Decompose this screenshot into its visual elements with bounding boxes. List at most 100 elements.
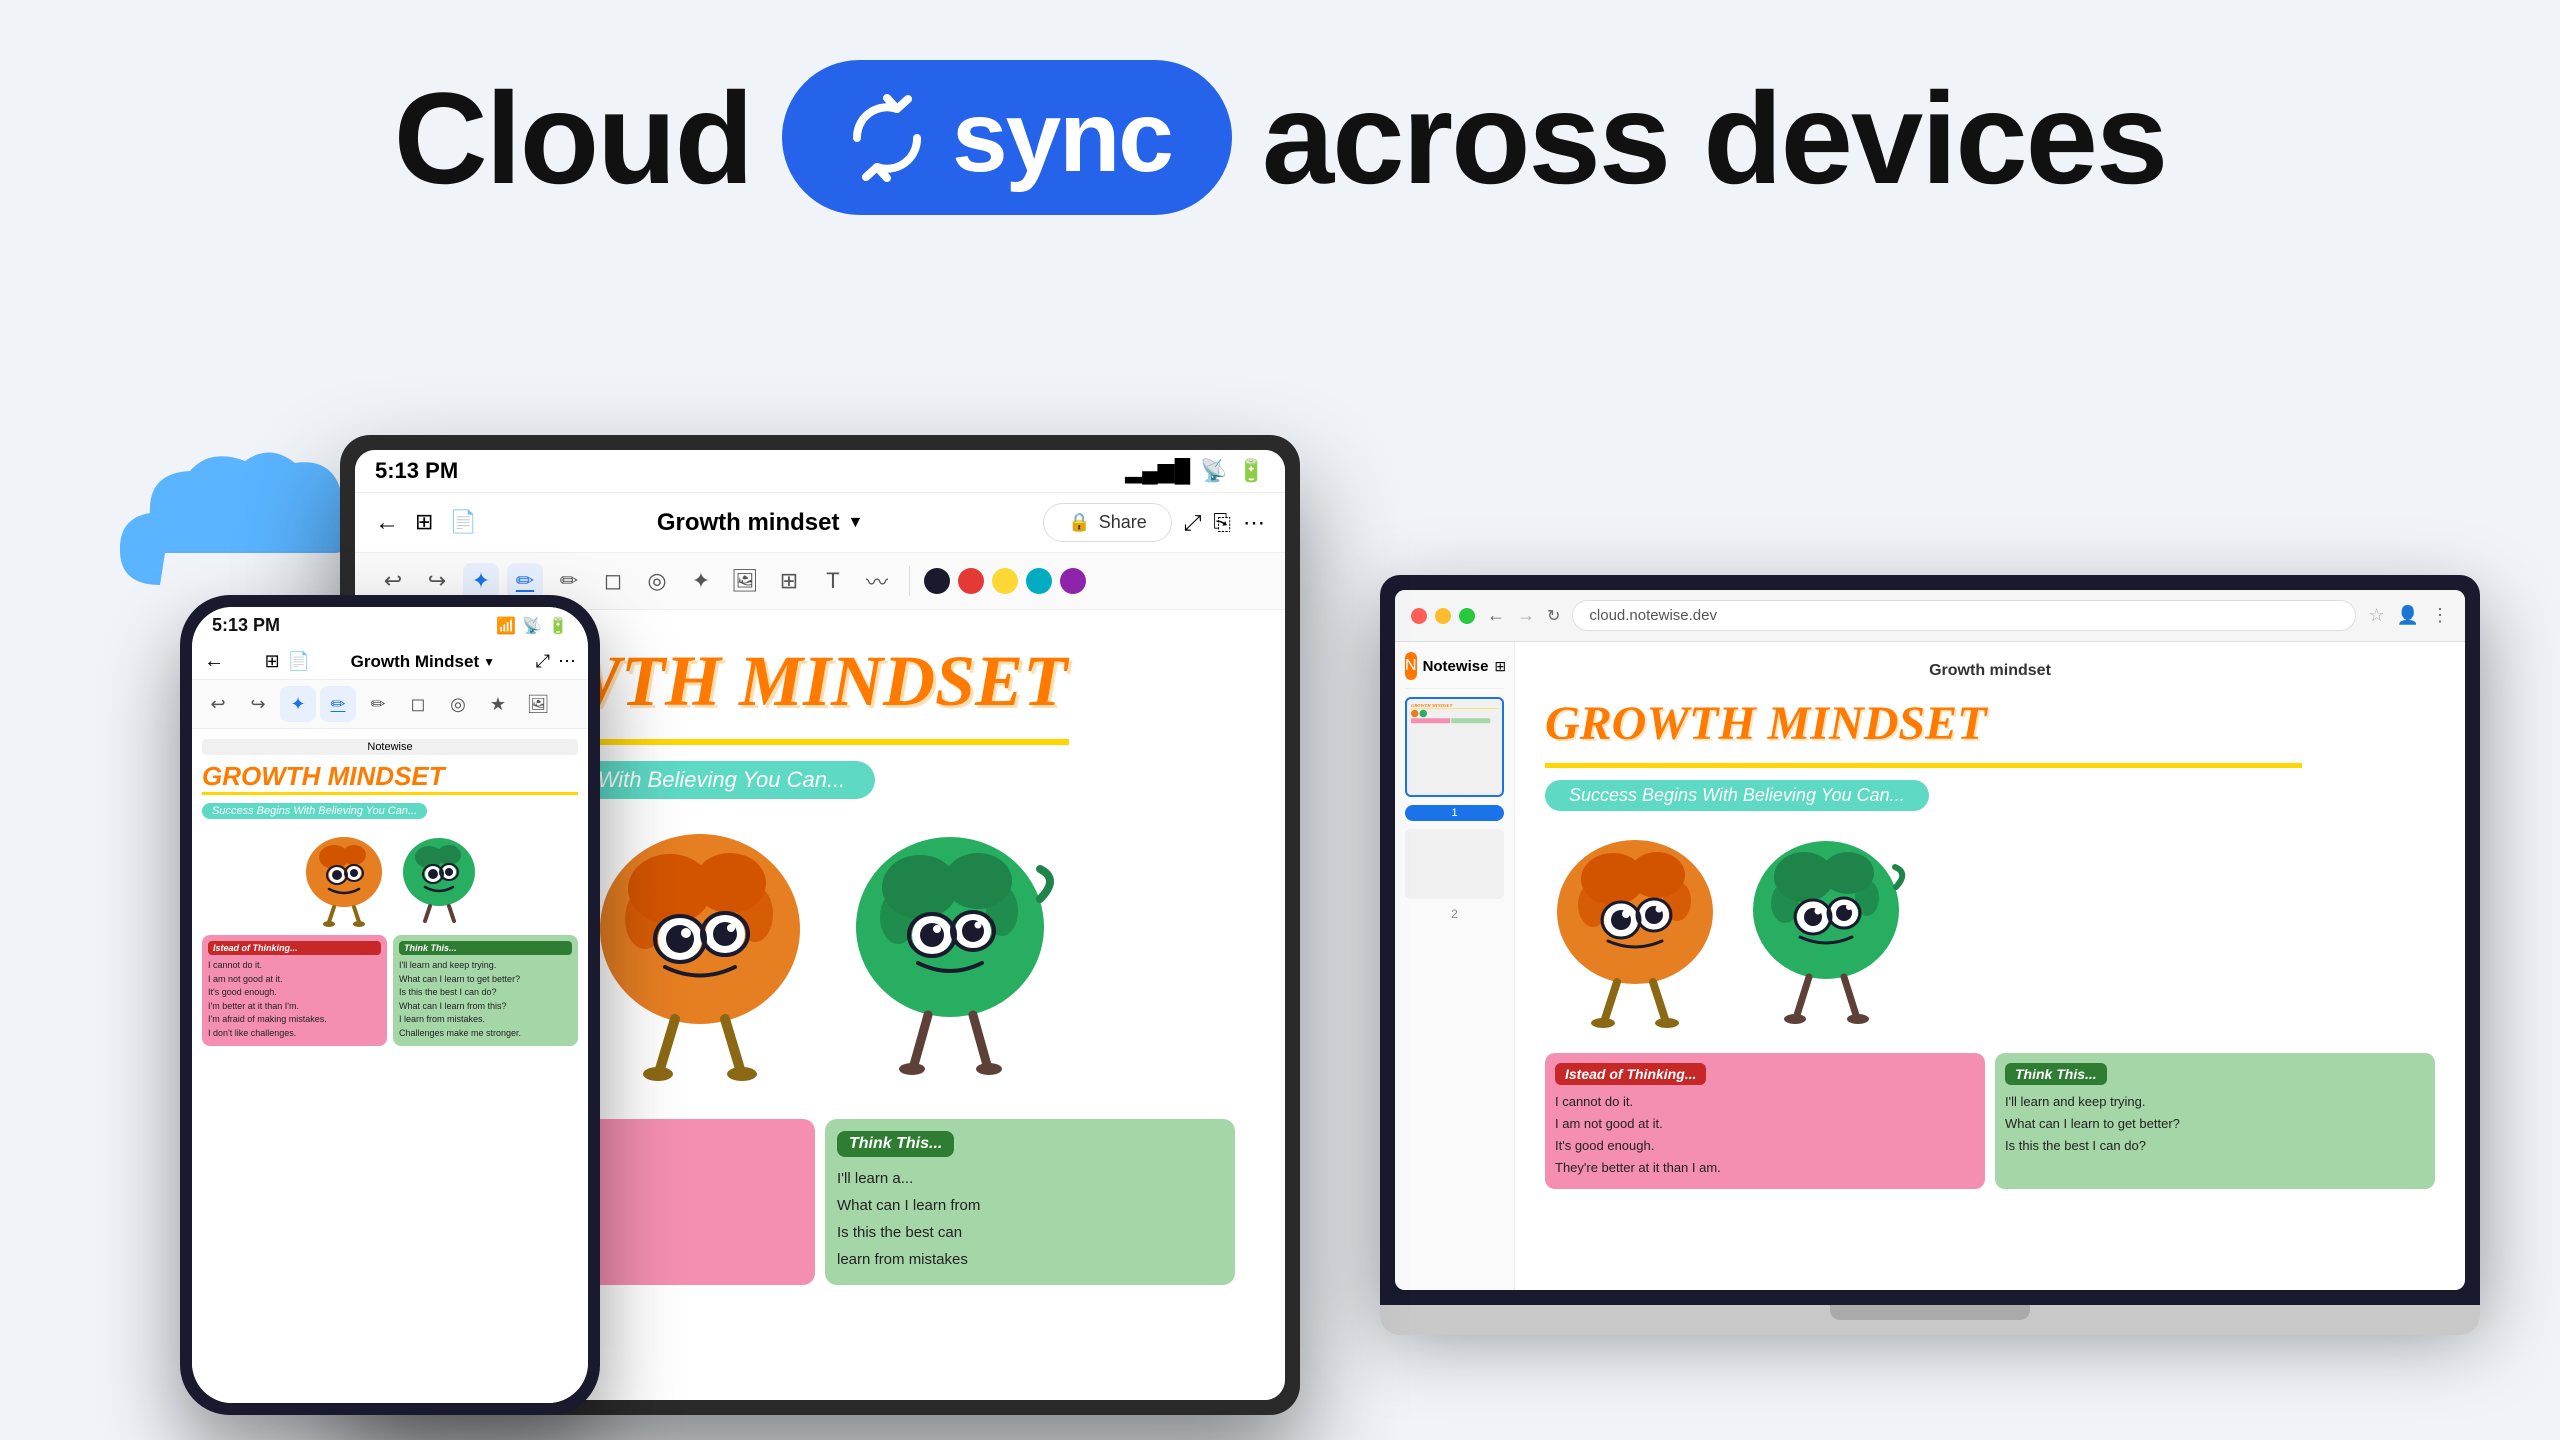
battery-icon: 🔋 bbox=[548, 616, 568, 636]
sidebar-thumb-2[interactable] bbox=[1405, 829, 1504, 899]
phone-toolbar: ↩ ↪ ✦ ✏ ✏ ◻ ◎ ★ 🖼 bbox=[192, 680, 588, 729]
tab-table[interactable]: ⊞ bbox=[771, 563, 807, 599]
tablet-copy-icon[interactable]: ⎘ bbox=[1213, 510, 1231, 536]
tablet-question1: What can I learn from bbox=[837, 1197, 980, 1214]
phone-card-right: Think This... I'll learn and keep trying… bbox=[393, 935, 578, 1046]
phone-card-right-text: I'll learn and keep trying.What can I le… bbox=[399, 959, 572, 1040]
pen-btn[interactable]: ✏ bbox=[320, 686, 356, 722]
phone-card-left-text: I cannot do it.I am not good at it.It's … bbox=[208, 959, 381, 1040]
tablet-brain-orange bbox=[580, 819, 820, 1099]
shape-btn[interactable]: ◎ bbox=[440, 686, 476, 722]
phone-card-left: Istead of Thinking... I cannot do it.I a… bbox=[202, 935, 387, 1046]
phone-action-icons: ⤢ ⋯ bbox=[536, 651, 576, 672]
phone-gm-title: GROWTH MINDSET bbox=[202, 761, 578, 792]
color-teal[interactable] bbox=[1026, 568, 1052, 594]
browser-forward[interactable]: → bbox=[1517, 605, 1535, 626]
phone-card-right-title: Think This... bbox=[399, 941, 572, 955]
laptop-brains bbox=[1545, 827, 2435, 1037]
tablet-card-right-text: I'll learn a... What can I learn from Is… bbox=[837, 1165, 1223, 1273]
tab-text[interactable]: T bbox=[815, 563, 851, 599]
browser-url-bar[interactable]: cloud.notewise.dev bbox=[1572, 600, 2356, 631]
image-btn[interactable]: 🖼 bbox=[520, 686, 556, 722]
browser-star[interactable]: ☆ bbox=[2368, 605, 2384, 626]
color-purple[interactable] bbox=[1060, 568, 1086, 594]
browser-refresh[interactable]: ↻ bbox=[1547, 606, 1560, 626]
wifi-icon: 📡 bbox=[522, 616, 542, 636]
laptop-device: ← → ↻ cloud.notewise.dev ☆ 👤 ⋮ bbox=[1380, 575, 2480, 1335]
star-btn[interactable]: ★ bbox=[480, 686, 516, 722]
tablet-back-icon[interactable]: ← bbox=[375, 509, 399, 537]
tablet-share-btn[interactable]: 🔒 Share bbox=[1043, 503, 1171, 542]
more-icon[interactable]: ⋯ bbox=[558, 651, 576, 672]
minimize-dot[interactable] bbox=[1435, 608, 1451, 624]
phone-status-bar: 5:13 PM 📶 📡 🔋 bbox=[192, 607, 588, 644]
browser-profile[interactable]: 👤 bbox=[2397, 605, 2419, 626]
notewise-label: Notewise bbox=[202, 739, 578, 755]
laptop-gm-title: GROWTH MINDSET bbox=[1545, 696, 2435, 751]
tab-image[interactable]: 🖼 bbox=[727, 563, 763, 599]
tablet-question2: Is this the best can bbox=[837, 1224, 962, 1241]
tablet-brain-green bbox=[840, 819, 1060, 1099]
tablet-status-bar: 5:13 PM ▂▄▆█ 📡 🔋 bbox=[355, 450, 1285, 493]
tablet-more-icon[interactable]: ⋯ bbox=[1243, 510, 1265, 536]
phone-cards: Istead of Thinking... I cannot do it.I a… bbox=[202, 935, 578, 1046]
laptop-foot bbox=[1830, 1305, 2030, 1320]
tablet-status-icons: ▂▄▆█ 📡 🔋 bbox=[1125, 458, 1265, 484]
browser-back[interactable]: ← bbox=[1487, 605, 1505, 626]
brain-green-small bbox=[397, 827, 482, 927]
laptop-card-left: Istead of Thinking... I cannot do it.I a… bbox=[1545, 1053, 1985, 1189]
tab-select[interactable]: ✦ bbox=[463, 563, 499, 599]
phone-content: Notewise GROWTH MINDSET Success Begins W… bbox=[192, 729, 588, 1403]
browser-content: N Notewise ⊞ GROWTH MINDSET bbox=[1395, 642, 2465, 1290]
undo-btn[interactable]: ↩ bbox=[200, 686, 236, 722]
maximize-dot[interactable] bbox=[1459, 608, 1475, 624]
tablet-doc-icon[interactable]: 📄 bbox=[449, 509, 476, 537]
tab-shape[interactable]: ✦ bbox=[683, 563, 719, 599]
tab-lasso[interactable]: ◎ bbox=[639, 563, 675, 599]
sync-badge-text: sync bbox=[952, 80, 1172, 195]
divider bbox=[909, 566, 910, 596]
color-black[interactable] bbox=[924, 568, 950, 594]
grid-icon[interactable]: ⊞ bbox=[265, 651, 280, 672]
tab-pencil[interactable]: ✏ bbox=[551, 563, 587, 599]
select-btn[interactable]: ✦ bbox=[280, 686, 316, 722]
tablet-wifi: 📡 bbox=[1200, 458, 1227, 484]
pencil-btn[interactable]: ✏ bbox=[360, 686, 396, 722]
notewise-logo: N bbox=[1405, 652, 1417, 680]
redo-btn[interactable]: ↪ bbox=[240, 686, 276, 722]
tablet-card-right: Think This... I'll learn a... What can I… bbox=[825, 1119, 1235, 1285]
tablet-chevron: ▼ bbox=[847, 514, 863, 532]
page-2-num: 2 bbox=[1405, 907, 1504, 921]
color-red[interactable] bbox=[958, 568, 984, 594]
tablet-battery: 🔋 bbox=[1238, 458, 1265, 484]
tablet-nav: ← ⊞ 📄 Growth mindset ▼ 🔒 Share ⤢ ⎘ ⋯ bbox=[355, 493, 1285, 553]
color-yellow[interactable] bbox=[992, 568, 1018, 594]
phone-time: 5:13 PM bbox=[212, 615, 280, 636]
tablet-expand-icon[interactable]: ⤢ bbox=[1184, 510, 1202, 536]
laptop-card-right-title: Think This... bbox=[2005, 1063, 2107, 1085]
header-title: Cloud sync across devices bbox=[0, 60, 2560, 215]
tablet-grid-icon[interactable]: ⊞ bbox=[415, 509, 433, 537]
close-dot[interactable] bbox=[1411, 608, 1427, 624]
page-1-badge: 1 bbox=[1405, 805, 1504, 821]
header-suffix: across devices bbox=[1262, 63, 2166, 213]
tab-redo[interactable]: ↪ bbox=[419, 563, 455, 599]
tablet-title-area: Growth mindset ▼ bbox=[657, 509, 864, 537]
laptop-card-right-text: I'll learn and keep trying.What can I le… bbox=[2005, 1091, 2425, 1157]
thumb-content: GROWTH MINDSET bbox=[1411, 703, 1498, 791]
sidebar-thumb-1[interactable]: GROWTH MINDSET bbox=[1405, 697, 1504, 797]
back-icon[interactable]: ← bbox=[204, 650, 224, 673]
tab-undo[interactable]: ↩ bbox=[375, 563, 411, 599]
sync-icon bbox=[842, 93, 932, 183]
phone-tagline: Success Begins With Believing You Can... bbox=[202, 803, 427, 819]
expand-icon[interactable]: ⤢ bbox=[536, 651, 550, 672]
tab-eraser[interactable]: ◻ bbox=[595, 563, 631, 599]
doc-icon[interactable]: 📄 bbox=[288, 651, 310, 672]
eraser-btn[interactable]: ◻ bbox=[400, 686, 436, 722]
browser-menu[interactable]: ⋮ bbox=[2431, 605, 2449, 626]
tablet-nav-left: ← ⊞ 📄 bbox=[375, 509, 477, 537]
tab-wave[interactable]: 〰 bbox=[859, 563, 895, 599]
browser-dots bbox=[1411, 608, 1475, 624]
tab-pen[interactable]: ✏ bbox=[507, 563, 543, 599]
sidebar-grid-icon[interactable]: ⊞ bbox=[1494, 658, 1506, 675]
